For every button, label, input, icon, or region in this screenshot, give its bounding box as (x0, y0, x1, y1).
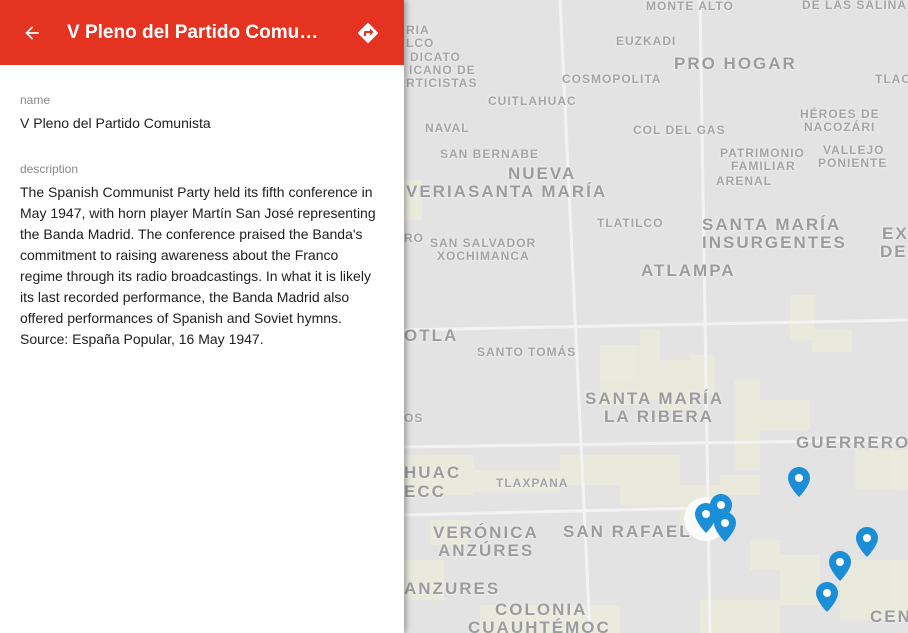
map-label-cuitlahuac: CUITLAHUAC (488, 94, 577, 108)
description-field-value: The Spanish Communist Party held its fif… (20, 184, 376, 347)
map-label-santa-maria: SANTA MARÍA (468, 182, 608, 201)
map-marker[interactable] (788, 467, 810, 497)
map-label-vallejo-line2: PONIENTE (818, 156, 888, 170)
map-pin-icon (788, 467, 810, 497)
map-label-veronica-anzures-line1: VERÓNICA (433, 523, 539, 542)
map-label-heroes-line2: NACOZÁRI (804, 120, 876, 134)
map-label-san-salvador-line1: SAN SALVADOR (430, 236, 537, 250)
map-label-arenal: ARENAL (716, 174, 772, 188)
arrow-left-icon (25, 25, 39, 40)
map-pin-icon (695, 503, 717, 533)
map-label-nueva: NUEVA (508, 164, 577, 183)
map-label-santa-maria-insurgentes-line2: INSURGENTES (702, 233, 847, 252)
back-button[interactable] (17, 18, 47, 48)
name-field: name V Pleno del Partido Comunista (20, 93, 384, 134)
map-label-pro-hogar: PRO HOGAR (674, 54, 797, 73)
name-field-label: name (20, 93, 51, 107)
map-label-veria: VERIA (406, 182, 468, 201)
map-label-sindicato-line4: ICANO DE (409, 63, 476, 77)
map-label-cosmopolita: COSMOPOLITA (562, 72, 662, 86)
map-label-huac: HUAC (404, 463, 462, 482)
map-label-sindicato-line1: RIA (406, 23, 430, 37)
map-label-atlampa: ATLAMPA (641, 261, 736, 280)
map-label-cuauhtemoc: CUAUHTÉMOC (468, 618, 611, 633)
map-marker[interactable] (829, 551, 851, 581)
map-marker-selected[interactable] (695, 503, 717, 533)
map-label-ex-line2: DE (880, 242, 908, 261)
map-label-monte-alto: MONTE ALTO (646, 0, 734, 13)
map-label-colonia: COLONIA (495, 600, 588, 619)
app-root: MONTE ALTO DE LAS SALINA EUZKADI PRO HOG… (0, 0, 908, 633)
map-pin-icon (816, 582, 838, 612)
feature-details-panel: V Pleno del Partido Comunista name V Ple… (0, 0, 404, 633)
directions-button[interactable] (353, 18, 383, 48)
map-marker[interactable] (714, 512, 736, 542)
map-label-santa-maria-la-ribera-line1: SANTA MARÍA (585, 389, 725, 408)
map-label-sindicato-line3: DICATO (410, 50, 461, 64)
description-field-label: description (20, 162, 79, 176)
map-label-ecc: ECC (404, 482, 446, 501)
panel-body: name V Pleno del Partido Comunista descr… (0, 65, 404, 350)
map-label-naval: NAVAL (425, 121, 470, 135)
panel-header: V Pleno del Partido Comunista (0, 0, 404, 65)
map-pin-icon (714, 512, 736, 542)
map-label-tlaxpana: TLAXPANA (496, 476, 569, 490)
map-label-ro: RO (404, 231, 424, 245)
map-label-anzures: ANZURES (404, 579, 501, 598)
map-pin-icon (829, 551, 851, 581)
map-label-de-las-salinas: DE LAS SALINA (802, 0, 908, 12)
map-label-santa-maria-insurgentes-line1: SANTA MARÍA (702, 215, 842, 234)
map-label-os: OS (404, 411, 424, 425)
map-label-sindicato-line2: LCO (406, 36, 435, 50)
map-label-veronica-anzures-line2: ANZÚRES (438, 541, 535, 560)
map-label-col-del-gas: COL DEL GAS (633, 123, 726, 137)
panel-title: V Pleno del Partido Comunista (67, 21, 329, 43)
map-label-patrimonio-line2: FAMILIAR (731, 159, 796, 173)
map-label-santo-tomas: SANTO TOMÁS (477, 345, 577, 359)
map-label-guerrero: GUERRERO (796, 433, 908, 452)
map-label-vallejo-line1: VALLEJO (823, 143, 885, 157)
map-label-santa-maria-la-ribera-line2: LA RIBERA (604, 407, 714, 426)
name-field-value: V Pleno del Partido Comunista (20, 115, 211, 131)
map-label-san-salvador-line2: XOCHIMANCA (437, 249, 530, 263)
map-label-tlac: TLAC (875, 72, 908, 86)
map-label-tlatilco: TLATILCO (597, 216, 664, 230)
map-label-patrimonio-line1: PATRIMONIO (720, 146, 805, 160)
map-label-heroes-line1: HÉROES DE (800, 107, 880, 121)
map-label-cen: CEN (870, 607, 908, 626)
map-label-otla: OTLA (404, 326, 459, 345)
map-label-euzkadi: EUZKADI (616, 34, 677, 48)
directions-icon (357, 22, 379, 43)
map-label-san-rafael: SAN RAFAEL (563, 522, 692, 541)
map-label-sindicato-line5: RTICISTAS (406, 76, 478, 90)
map-marker[interactable] (856, 527, 878, 557)
map-pin-icon (856, 527, 878, 557)
description-field: description The Spanish Communist Party … (20, 162, 384, 350)
map-label-ex-line1: EX (882, 224, 908, 243)
map-label-san-bernabe: SAN BERNABE (440, 147, 540, 161)
map-marker[interactable] (816, 582, 838, 612)
